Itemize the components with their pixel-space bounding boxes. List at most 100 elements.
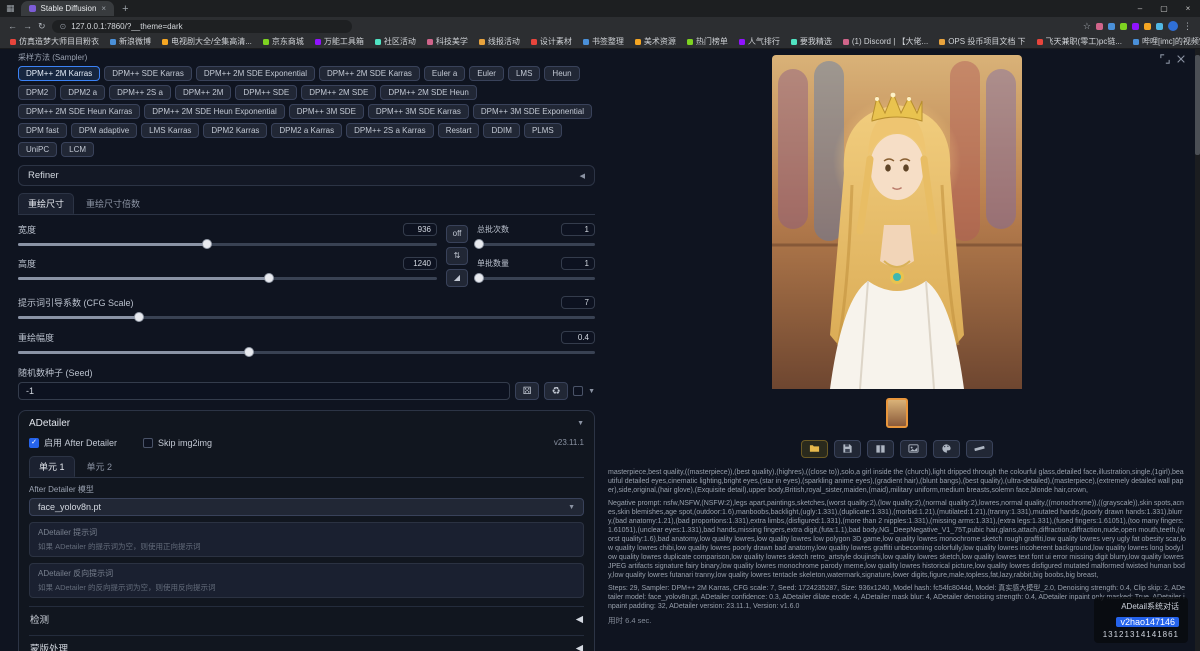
gallery-thumbnail[interactable] [886, 398, 908, 428]
scrollbar-thumb[interactable] [1195, 55, 1200, 155]
enable-adetailer-checkbox[interactable]: ✓ 启用 After Detailer [29, 436, 117, 449]
bookmark-star-icon[interactable]: ☆ [1083, 21, 1091, 32]
sampler-option[interactable]: UniPC [18, 142, 57, 157]
sampler-option[interactable]: Euler a [424, 66, 465, 81]
tab-close-icon[interactable]: × [101, 4, 106, 13]
sampler-option[interactable]: LCM [61, 142, 94, 157]
random-seed-dice-icon[interactable]: ⚄ [515, 382, 539, 400]
sampler-option[interactable]: DPM++ 2M SDE Heun Exponential [144, 104, 285, 119]
send-to-extras-button[interactable] [966, 440, 993, 458]
sampler-option[interactable]: DPM++ 2S a [109, 85, 171, 100]
seed-input[interactable] [18, 382, 510, 400]
refiner-accordion[interactable]: Refiner ◀ [18, 165, 595, 186]
denoise-value[interactable]: 0.4 [561, 331, 595, 344]
save-button[interactable] [834, 440, 861, 458]
sampler-option[interactable]: DPM++ 2M SDE Exponential [196, 66, 315, 81]
aspect-off-button[interactable]: off [446, 225, 468, 243]
bookmark-item[interactable]: 仿真造梦大师目目粉衣 [10, 36, 99, 47]
mask-accordion[interactable]: 蒙版处理 ◀ [29, 635, 584, 651]
browser-menu-icon[interactable]: ⋮ [1183, 21, 1192, 32]
sampler-option[interactable]: DPM++ 3M SDE Exponential [473, 104, 592, 119]
open-folder-button[interactable] [801, 440, 828, 458]
extension-icon[interactable] [1132, 23, 1139, 30]
sampler-option[interactable]: DPM++ 2S a Karras [346, 123, 434, 138]
bookmark-item[interactable]: 要我精选 [791, 36, 832, 47]
width-value[interactable]: 936 [403, 223, 437, 236]
bookmark-item[interactable]: 人气排行 [739, 36, 780, 47]
bookmark-item[interactable]: 热门榜单 [687, 36, 728, 47]
profile-avatar[interactable] [1168, 21, 1178, 31]
sampler-option[interactable]: DPM2 Karras [203, 123, 267, 138]
extension-icon[interactable] [1120, 23, 1127, 30]
bookmark-item[interactable]: (1) Discord | 【大佬... [843, 36, 928, 47]
height-slider[interactable] [18, 273, 437, 283]
adetailer-prompt-textarea[interactable]: ADetailer 提示词 如果 ADetailer 的提示词为空，则使用正向提… [29, 522, 584, 557]
chevron-down-icon[interactable]: ▼ [588, 388, 595, 395]
batch-count-slider[interactable] [477, 239, 595, 249]
fullscreen-icon[interactable] [1160, 54, 1170, 64]
sampler-option[interactable]: DPM2 a Karras [271, 123, 342, 138]
refresh-icon[interactable]: ↻ [38, 21, 46, 32]
adetailer-negative-textarea[interactable]: ADetailer 反向提示词 如果 ADetailer 的反向提示词为空，则使… [29, 563, 584, 598]
bookmark-item[interactable]: OPS 投币项目文档 下 [939, 36, 1025, 47]
forward-icon[interactable]: → [23, 21, 32, 31]
bookmark-item[interactable]: 哔哩[imc]的视频空... [1133, 36, 1200, 47]
browser-tab[interactable]: Stable Diffusion × [21, 1, 115, 16]
resize-from-image-icon[interactable]: ◢ [446, 269, 468, 287]
width-slider[interactable] [18, 239, 437, 249]
tab-resize-to[interactable]: 重绘尺寸 [18, 193, 74, 214]
site-info-icon[interactable]: ⊙ [60, 22, 67, 31]
sampler-option[interactable]: DPM++ 3M SDE Karras [368, 104, 469, 119]
tab-unit-1[interactable]: 单元 1 [29, 456, 75, 477]
sampler-option[interactable]: Heun [544, 66, 579, 81]
bookmark-item[interactable]: 美术资源 [635, 36, 676, 47]
batch-size-slider[interactable] [477, 273, 595, 283]
sampler-option[interactable]: Euler [469, 66, 504, 81]
batch-size-value[interactable]: 1 [561, 257, 595, 270]
bookmark-item[interactable]: 设计素材 [531, 36, 572, 47]
sampler-option[interactable]: LMS Karras [141, 123, 199, 138]
bookmark-item[interactable]: 京东商城 [263, 36, 304, 47]
address-bar[interactable]: ⊙ 127.0.0.1:7860/?__theme=dark [52, 20, 352, 33]
sampler-option[interactable]: DPM++ SDE [235, 85, 297, 100]
sampler-option[interactable]: DPM++ 2M [175, 85, 231, 100]
bookmark-item[interactable]: 书签整理 [583, 36, 624, 47]
sampler-option[interactable]: DPM adaptive [71, 123, 137, 138]
send-to-inpaint-button[interactable] [933, 440, 960, 458]
send-to-img2img-button[interactable] [900, 440, 927, 458]
cfg-value[interactable]: 7 [561, 296, 595, 309]
extension-icon[interactable] [1108, 23, 1115, 30]
extension-icon[interactable] [1144, 23, 1151, 30]
sampler-option[interactable]: DPM++ 2M SDE [301, 85, 376, 100]
reuse-seed-recycle-icon[interactable]: ♻ [544, 382, 568, 400]
sampler-option[interactable]: DPM++ 2M SDE Heun [380, 85, 476, 100]
sampler-option[interactable]: DPM++ 2M Karras [18, 66, 100, 81]
sampler-option[interactable]: PLMS [524, 123, 562, 138]
back-icon[interactable]: ← [8, 21, 17, 31]
maximize-button[interactable]: ▢ [1152, 1, 1176, 17]
adetailer-model-dropdown[interactable]: face_yolov8n.pt ▼ [29, 498, 584, 516]
new-tab-button[interactable]: + [122, 3, 128, 15]
denoise-slider[interactable] [18, 347, 595, 357]
bookmark-item[interactable]: 科技美学 [427, 36, 468, 47]
bookmark-item[interactable]: 电视剧大全/全集高清... [162, 36, 252, 47]
sampler-option[interactable]: DPM++ 3M SDE [289, 104, 364, 119]
height-value[interactable]: 1240 [403, 257, 437, 270]
sampler-option[interactable]: Restart [438, 123, 480, 138]
workspace-icon[interactable]: ▦ [6, 3, 15, 14]
bookmark-item[interactable]: 线报活动 [479, 36, 520, 47]
adetailer-header[interactable]: ADetailer ▼ [29, 418, 584, 429]
close-gallery-icon[interactable] [1176, 54, 1186, 64]
bookmark-item[interactable]: 社区活动 [375, 36, 416, 47]
extra-seed-checkbox[interactable] [573, 386, 583, 396]
tab-resize-by[interactable]: 重绘尺寸倍数 [76, 193, 150, 214]
window-scrollbar[interactable] [1195, 49, 1200, 651]
batch-count-value[interactable]: 1 [561, 223, 595, 236]
generated-image[interactable] [772, 55, 1022, 394]
minimize-button[interactable]: – [1128, 1, 1152, 17]
sampler-option[interactable]: DPM++ SDE Karras [104, 66, 192, 81]
tab-unit-2[interactable]: 单元 2 [77, 456, 123, 477]
sampler-option[interactable]: DPM2 [18, 85, 56, 100]
sampler-option[interactable]: DPM2 a [60, 85, 105, 100]
bookmark-item[interactable]: 飞天兼职(零工)pc链... [1037, 36, 1122, 47]
